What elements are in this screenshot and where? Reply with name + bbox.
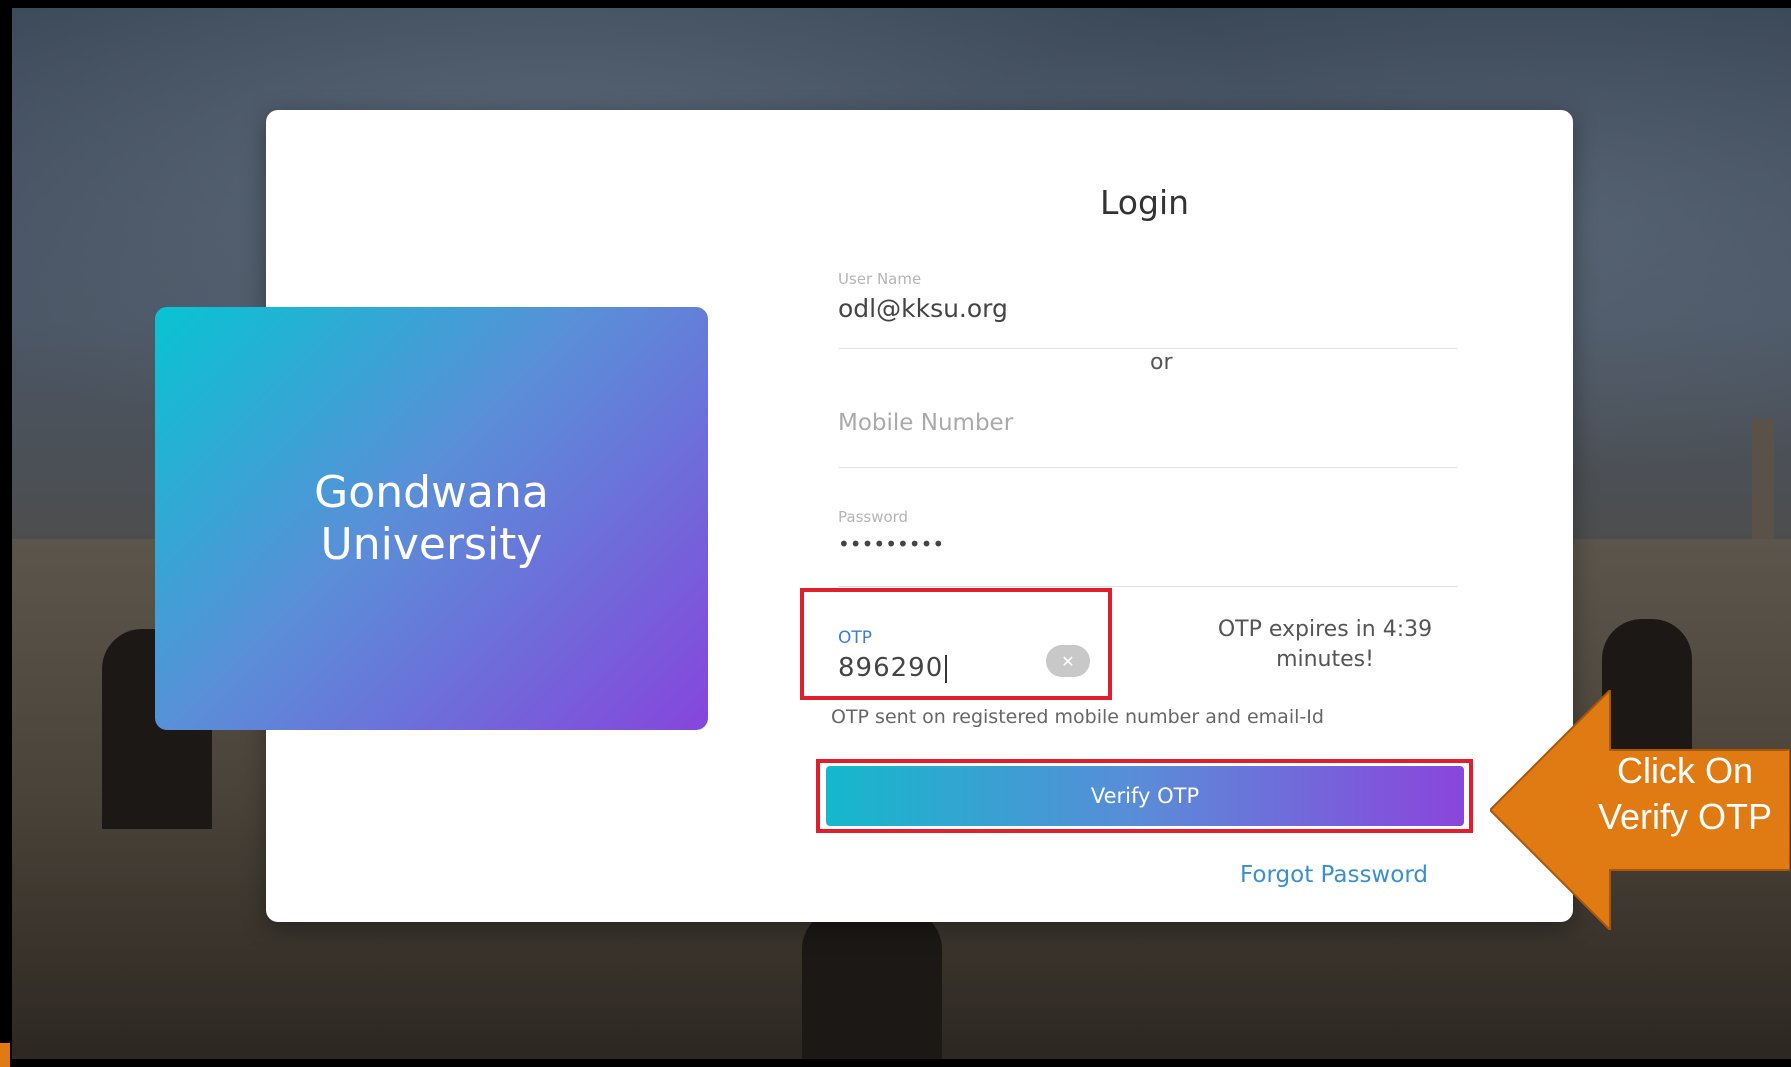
otp-sent-note: OTP sent on registered mobile number and… xyxy=(831,706,1324,728)
verify-otp-button[interactable]: Verify OTP xyxy=(826,766,1464,826)
background-window xyxy=(802,909,942,1059)
password-field[interactable]: Password ••••••••• xyxy=(838,508,1458,587)
password-label: Password xyxy=(838,508,909,526)
otp-expiry-text: OTP expires in 4:39 minutes! xyxy=(1217,617,1433,672)
otp-label: OTP xyxy=(838,628,873,648)
background-tower xyxy=(1752,419,1774,539)
text-caret xyxy=(945,654,948,683)
username-label: User Name xyxy=(838,270,922,288)
mobile-number-placeholder[interactable]: Mobile Number xyxy=(838,410,1458,436)
password-value[interactable]: ••••••••• xyxy=(838,532,1458,556)
university-name: Gondwana University xyxy=(314,466,549,570)
mobile-number-field[interactable]: Mobile Number xyxy=(838,410,1458,468)
login-title: Login xyxy=(1100,183,1190,222)
slide-corner-marker xyxy=(0,1043,10,1067)
or-separator: or xyxy=(1150,350,1173,375)
username-field[interactable]: User Name odl@kksu.org xyxy=(838,270,1458,349)
close-circle-icon[interactable]: ✕ xyxy=(1046,645,1090,677)
brand-panel: Gondwana University xyxy=(155,307,708,730)
forgot-password-link[interactable]: Forgot Password xyxy=(1240,862,1428,888)
username-value[interactable]: odl@kksu.org xyxy=(838,294,1458,323)
otp-input-value[interactable]: 896290 xyxy=(838,653,943,683)
otp-input[interactable]: 896290 xyxy=(838,653,948,683)
callout-text: Click On Verify OTP xyxy=(1597,750,1773,837)
